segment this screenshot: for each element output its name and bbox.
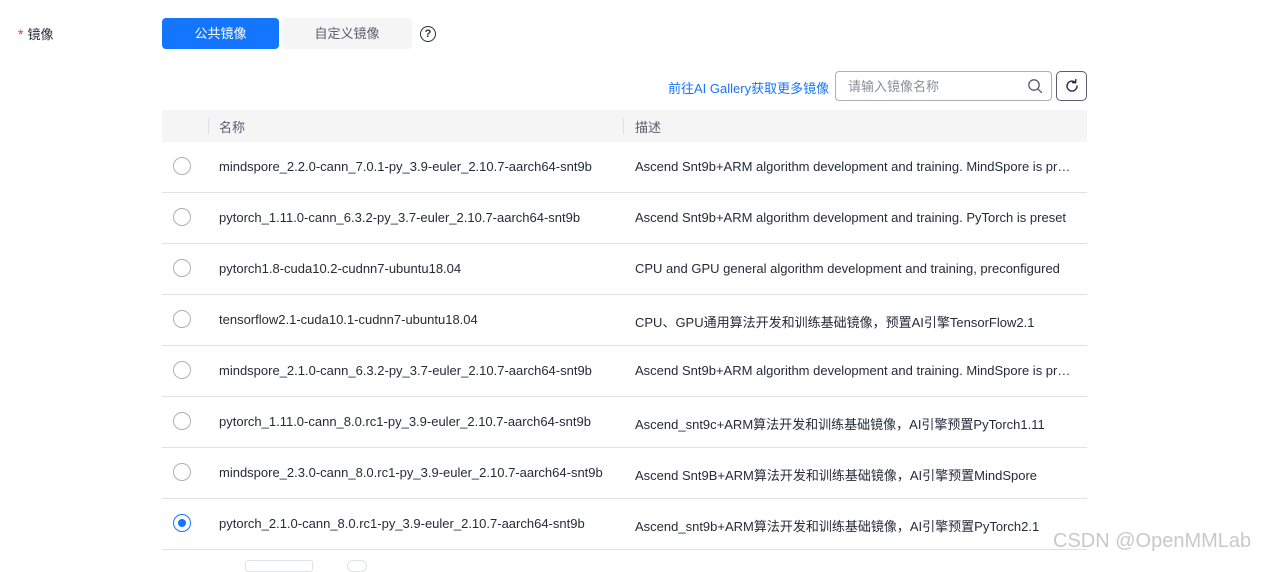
image-search-box: [835, 71, 1052, 101]
row-radio[interactable]: [173, 361, 191, 379]
column-header-name: 名称: [219, 119, 246, 135]
table-row[interactable]: pytorch_1.11.0-cann_6.3.2-py_3.7-euler_2…: [162, 193, 1087, 244]
image-name: tensorflow2.1-cuda10.1-cudnn7-ubuntu18.0…: [219, 312, 478, 327]
refresh-button[interactable]: [1056, 71, 1087, 101]
column-divider: [623, 118, 624, 134]
required-mark: *: [18, 25, 24, 42]
image-description: CPU and GPU general algorithm developmen…: [635, 261, 1060, 276]
page-size-select[interactable]: [245, 560, 313, 572]
table-row[interactable]: pytorch_2.1.0-cann_8.0.rc1-py_3.9-euler_…: [162, 499, 1087, 550]
image-name: pytorch_1.11.0-cann_8.0.rc1-py_3.9-euler…: [219, 414, 591, 429]
row-radio[interactable]: [173, 310, 191, 328]
tab-custom-images[interactable]: 自定义镜像: [282, 18, 412, 49]
image-name: pytorch_2.1.0-cann_8.0.rc1-py_3.9-euler_…: [219, 516, 585, 531]
row-radio[interactable]: [173, 208, 191, 226]
image-description: Ascend_snt9c+ARM算法开发和训练基础镜像，AI引擎预置PyTorc…: [635, 417, 1045, 432]
pager-control[interactable]: [347, 560, 367, 572]
row-radio[interactable]: [173, 463, 191, 481]
column-header-description: 描述: [635, 119, 662, 135]
image-description: Ascend Snt9b+ARM algorithm development a…: [635, 159, 1075, 174]
table-header: 名称 描述: [162, 110, 1087, 142]
table-row[interactable]: mindspore_2.1.0-cann_6.3.2-py_3.7-euler_…: [162, 346, 1087, 397]
image-name: pytorch_1.11.0-cann_6.3.2-py_3.7-euler_2…: [219, 210, 581, 225]
refresh-icon: [1065, 78, 1078, 92]
image-name: mindspore_2.2.0-cann_7.0.1-py_3.9-euler_…: [219, 159, 592, 174]
tab-public-images[interactable]: 公共镜像: [162, 18, 279, 49]
watermark: CSDN @OpenMMLab: [1053, 530, 1252, 552]
field-label-text: 镜像: [27, 27, 54, 42]
image-name: pytorch1.8-cuda10.2-cudnn7-ubuntu18.04: [219, 261, 462, 276]
image-field-label: * 镜像: [18, 24, 53, 43]
column-divider: [208, 118, 209, 134]
image-name: mindspore_2.1.0-cann_6.3.2-py_3.7-euler_…: [219, 363, 592, 378]
image-type-tabs: 公共镜像 自定义镜像: [162, 18, 412, 49]
row-radio[interactable]: [173, 259, 191, 277]
image-description: Ascend_snt9b+ARM算法开发和训练基础镜像，AI引擎预置PyTorc…: [635, 519, 1040, 534]
image-description: CPU、GPU通用算法开发和训练基础镜像，预置AI引擎TensorFlow2.1: [635, 315, 1035, 330]
ai-gallery-link[interactable]: 前往AI Gallery获取更多镜像: [668, 78, 829, 97]
image-description: Ascend Snt9B+ARM算法开发和训练基础镜像，AI引擎预置MindSp…: [635, 468, 1038, 483]
row-radio[interactable]: [173, 157, 191, 175]
image-search-input[interactable]: [846, 77, 1030, 95]
question-circle-icon[interactable]: ?: [420, 26, 436, 42]
image-name: mindspore_2.3.0-cann_8.0.rc1-py_3.9-eule…: [219, 465, 603, 480]
search-icon[interactable]: [1027, 78, 1043, 94]
table-row[interactable]: mindspore_2.2.0-cann_7.0.1-py_3.9-euler_…: [162, 142, 1087, 193]
table-row[interactable]: pytorch_1.11.0-cann_8.0.rc1-py_3.9-euler…: [162, 397, 1087, 448]
table-row[interactable]: tensorflow2.1-cuda10.1-cudnn7-ubuntu18.0…: [162, 295, 1087, 346]
image-table: 名称 描述 mindspore_2.2.0-cann_7.0.1-py_3.9-…: [162, 110, 1087, 550]
image-description: Ascend Snt9b+ARM algorithm development a…: [635, 210, 1067, 225]
table-row[interactable]: mindspore_2.3.0-cann_8.0.rc1-py_3.9-eule…: [162, 448, 1087, 499]
table-row[interactable]: pytorch1.8-cuda10.2-cudnn7-ubuntu18.04 C…: [162, 244, 1087, 295]
image-description: Ascend Snt9b+ARM algorithm development a…: [635, 363, 1075, 378]
row-radio[interactable]: [173, 412, 191, 430]
row-radio-selected[interactable]: [173, 514, 191, 532]
